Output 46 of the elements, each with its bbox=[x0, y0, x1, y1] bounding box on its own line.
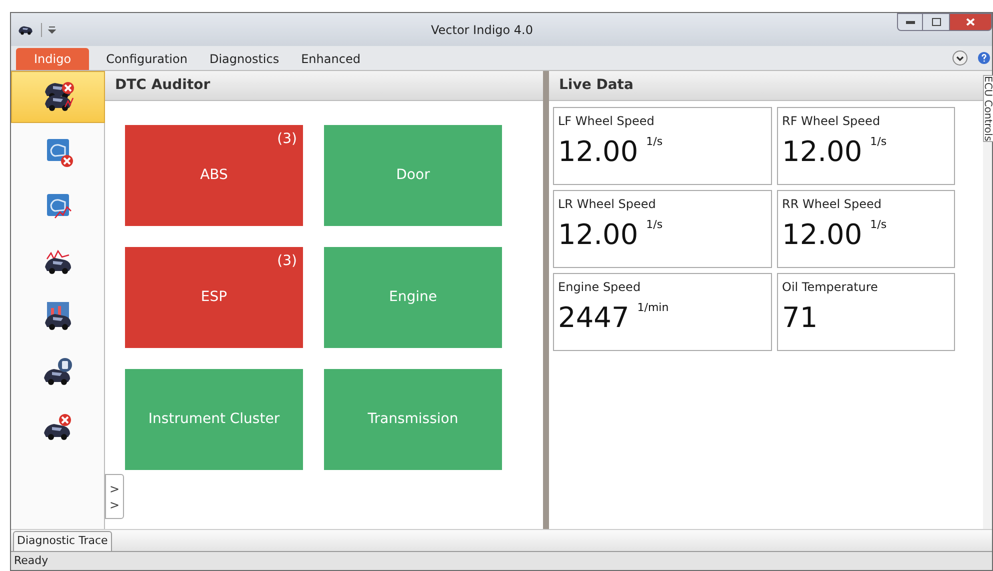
fault-count: (3) bbox=[277, 252, 297, 271]
help-icon[interactable] bbox=[978, 52, 990, 64]
signal-unit: 1/s bbox=[870, 217, 887, 233]
signal-label: RF Wheel Speed bbox=[782, 113, 880, 130]
ecu-tile[interactable]: ABS (3) bbox=[125, 125, 303, 226]
close-button[interactable] bbox=[949, 13, 992, 31]
signal-value: 2447 bbox=[558, 300, 630, 336]
signal-value: 12.00 bbox=[558, 134, 638, 170]
minimize-icon bbox=[906, 20, 914, 24]
maximize-button[interactable] bbox=[923, 13, 949, 31]
ecu-tile[interactable]: Engine bbox=[324, 247, 502, 348]
ecu-tile[interactable]: Door bbox=[324, 125, 502, 226]
fault-count: (3) bbox=[277, 130, 297, 149]
signal-value: 71 bbox=[782, 300, 818, 336]
maximize-icon bbox=[932, 18, 940, 26]
signal-unit: 1/min bbox=[637, 300, 669, 316]
panel-title: Live Data bbox=[559, 76, 634, 95]
signal-unit: 1/s bbox=[646, 134, 663, 150]
signal-unit: 1/s bbox=[870, 134, 887, 150]
ribbon-tab[interactable]: Configuration bbox=[95, 48, 198, 70]
ribbon-tab[interactable]: Indigo bbox=[16, 48, 90, 70]
minimize-button[interactable] bbox=[897, 13, 923, 31]
collapse-ribbon-icon[interactable] bbox=[952, 50, 968, 66]
signal-value: 12.00 bbox=[782, 134, 862, 170]
ribbon-tab[interactable]: Diagnostics bbox=[198, 48, 290, 70]
expand-toggle[interactable]: > > bbox=[105, 474, 124, 519]
close-icon bbox=[966, 18, 975, 26]
signal-value: 12.00 bbox=[558, 217, 638, 253]
bottom-tab[interactable]: Diagnostic Trace bbox=[13, 531, 112, 551]
signal-label: LR Wheel Speed bbox=[558, 196, 656, 213]
sidebar-item[interactable] bbox=[10, 71, 104, 123]
ecu-tile[interactable]: Transmission bbox=[324, 369, 502, 470]
ecu-tile[interactable]: ESP (3) bbox=[125, 247, 303, 348]
signal-label: LF Wheel Speed bbox=[558, 113, 654, 130]
ecu-controls-tab[interactable]: ECU Controls bbox=[983, 75, 993, 142]
ribbon-tab[interactable]: Enhanced bbox=[290, 48, 372, 70]
signal-unit: 1/s bbox=[646, 217, 663, 233]
signal-value: 12.00 bbox=[782, 217, 862, 253]
signal-label: Engine Speed bbox=[558, 279, 641, 296]
ecu-tile[interactable]: Instrument Cluster bbox=[125, 369, 303, 470]
signal-label: Oil Temperature bbox=[782, 279, 878, 296]
status-text: Ready bbox=[14, 552, 48, 569]
quick-access-menu-icon[interactable] bbox=[48, 24, 56, 34]
window-title: Vector Indigo 4.0 bbox=[431, 22, 534, 39]
signal-label: RR Wheel Speed bbox=[782, 196, 882, 213]
panel-title: DTC Auditor bbox=[115, 76, 210, 95]
